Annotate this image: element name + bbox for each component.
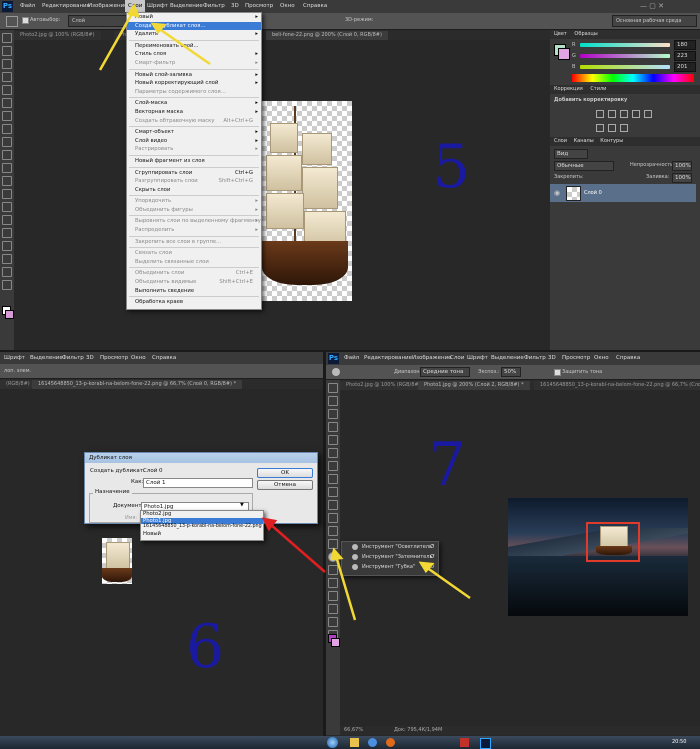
yellow-arrow xyxy=(157,26,211,66)
annotation-arrows xyxy=(98,3,471,621)
yellow-arrow xyxy=(334,555,357,621)
red-arrow xyxy=(269,523,326,573)
yellow-arrow xyxy=(425,565,471,600)
yellow-arrow xyxy=(98,9,136,71)
yellow-arrowhead xyxy=(330,547,344,561)
yellow-arrowhead xyxy=(127,3,141,18)
